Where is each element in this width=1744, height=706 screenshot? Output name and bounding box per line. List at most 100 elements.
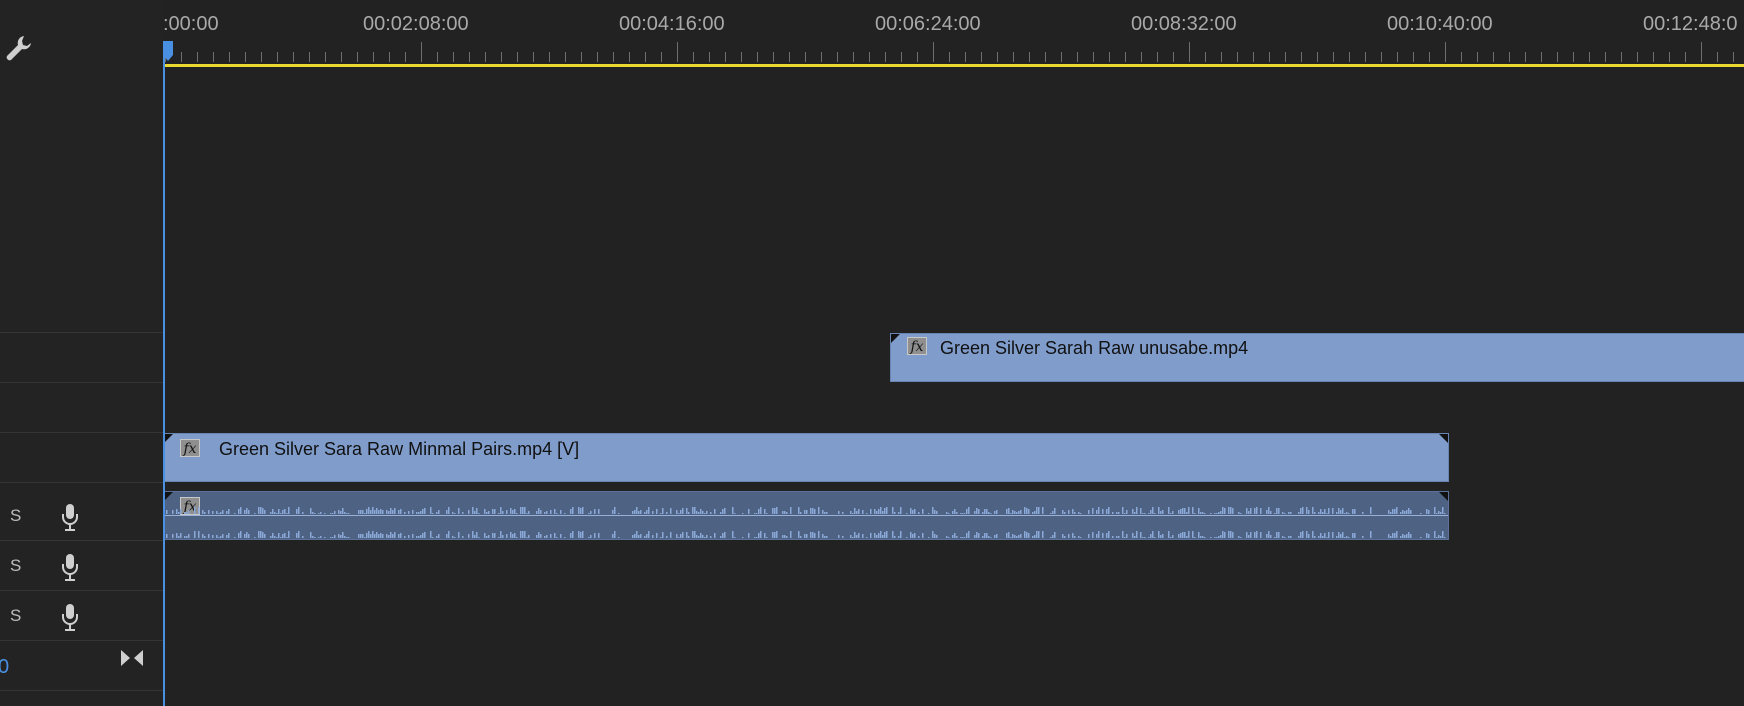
waveform-bar xyxy=(996,534,998,538)
waveform-bar xyxy=(1434,507,1436,514)
solo-button-a3[interactable]: S xyxy=(10,606,21,626)
waveform-bar xyxy=(1024,531,1026,538)
waveform-bar xyxy=(936,535,938,538)
waveform-bar xyxy=(1136,507,1138,514)
ruler-tick xyxy=(1013,52,1014,62)
master-volume-value[interactable]: 0 xyxy=(0,656,9,679)
waveform-bar xyxy=(1332,508,1334,514)
fx-badge[interactable]: fx xyxy=(180,439,200,457)
ruler-tick xyxy=(1077,52,1078,62)
waveform-bar xyxy=(682,508,684,514)
waveform-bar xyxy=(710,536,712,538)
audio-clip[interactable]: fx xyxy=(163,491,1449,540)
waveform-bar xyxy=(278,533,280,538)
waveform-bar xyxy=(1436,513,1438,514)
waveform-bar xyxy=(1248,535,1250,538)
fx-badge[interactable]: fx xyxy=(907,337,927,355)
waveform-bar xyxy=(644,512,646,514)
waveform-bar xyxy=(636,507,638,514)
solo-button-a2[interactable]: S xyxy=(10,556,21,576)
microphone-icon[interactable] xyxy=(59,602,81,632)
waveform-bar xyxy=(1248,511,1250,514)
ruler-tick xyxy=(373,52,374,62)
playhead-handle-icon[interactable] xyxy=(163,40,174,62)
waveform-bar xyxy=(276,513,278,514)
waveform-bar xyxy=(782,511,784,514)
waveform-bar xyxy=(284,533,286,538)
microphone-icon[interactable] xyxy=(59,552,81,582)
ruler-tick xyxy=(853,52,854,62)
waveform-bar xyxy=(824,512,826,514)
wrench-icon[interactable] xyxy=(4,33,34,63)
waveform-bar xyxy=(634,510,636,514)
ruler-tick xyxy=(773,52,774,62)
waveform-bar xyxy=(1168,531,1170,538)
waveform-bar xyxy=(536,511,538,514)
waveform-bar xyxy=(218,537,220,538)
waveform-bar xyxy=(226,535,228,538)
waveform-bar xyxy=(748,509,750,514)
waveform-bar xyxy=(194,507,196,514)
waveform-bar xyxy=(1170,513,1172,514)
waveform-bar xyxy=(1072,533,1074,538)
waveform-bar xyxy=(850,535,852,538)
waveform-bar xyxy=(1284,537,1286,538)
waveform-bar xyxy=(1194,537,1196,538)
waveform-bar xyxy=(380,533,382,538)
waveform-bar xyxy=(918,512,920,514)
timeline-panel[interactable]: :00:00 00:02:08:00 00:04:16:00 00:06:24:… xyxy=(163,0,1744,706)
waveform-bar xyxy=(1276,508,1278,514)
waveform-bar xyxy=(764,533,766,538)
ruler-tick xyxy=(1557,52,1558,62)
waveform-bar xyxy=(554,509,556,514)
waveform-bar xyxy=(724,532,726,538)
waveform-bar xyxy=(416,512,418,514)
waveform-bar xyxy=(652,511,654,514)
waveform-bar xyxy=(1400,536,1402,538)
playhead-line[interactable] xyxy=(163,52,165,706)
waveform-bar xyxy=(1338,508,1340,514)
waveform-bar xyxy=(1336,512,1338,514)
waveform-bar xyxy=(842,512,844,514)
waveform-bar xyxy=(338,534,340,538)
waveform-bar xyxy=(310,508,312,514)
waveform-bar xyxy=(912,534,914,538)
ruler-tick xyxy=(1157,52,1158,62)
waveform-bar xyxy=(686,508,688,514)
bowtie-icon[interactable] xyxy=(119,648,145,668)
time-ruler[interactable] xyxy=(163,0,1744,64)
waveform-bar xyxy=(852,537,854,538)
waveform-bar xyxy=(1014,511,1016,514)
microphone-icon[interactable] xyxy=(59,502,81,532)
ruler-tick xyxy=(709,52,710,62)
ruler-tick xyxy=(1061,52,1062,62)
ruler-tick xyxy=(661,52,662,62)
waveform-bar xyxy=(506,510,508,514)
waveform-bar xyxy=(1278,532,1280,538)
waveform-bar xyxy=(1144,513,1146,514)
solo-button-a1[interactable]: S xyxy=(10,506,21,526)
waveform-bar xyxy=(536,535,538,538)
waveform-bar xyxy=(806,534,808,538)
waveform-bar xyxy=(398,534,400,538)
ruler-tick xyxy=(1253,52,1254,62)
waveform-bar xyxy=(264,510,266,514)
waveform-bar xyxy=(388,535,390,538)
work-area-bar[interactable] xyxy=(163,64,1744,67)
waveform-bar xyxy=(522,507,524,514)
waveform-bar xyxy=(1442,507,1444,514)
waveform-bar xyxy=(388,511,390,514)
waveform-bar xyxy=(818,507,820,514)
video-clip[interactable]: fx Green Silver Sara Raw Minmal Pairs.mp… xyxy=(163,433,1449,482)
waveform-bar xyxy=(240,507,242,514)
video-clip[interactable]: fx Green Silver Sarah Raw unusabe.mp4 xyxy=(890,333,1744,382)
waveform-bar xyxy=(1324,509,1326,514)
clip-name: Green Silver Sara Raw Minmal Pairs.mp4 [… xyxy=(219,439,580,459)
waveform-bar xyxy=(1298,536,1300,538)
waveform-bar xyxy=(618,513,620,514)
waveform-bar xyxy=(216,511,218,514)
waveform-bar xyxy=(994,535,996,538)
waveform-bar xyxy=(952,535,954,538)
waveform-bar xyxy=(1210,513,1212,514)
waveform-bar xyxy=(188,510,190,514)
